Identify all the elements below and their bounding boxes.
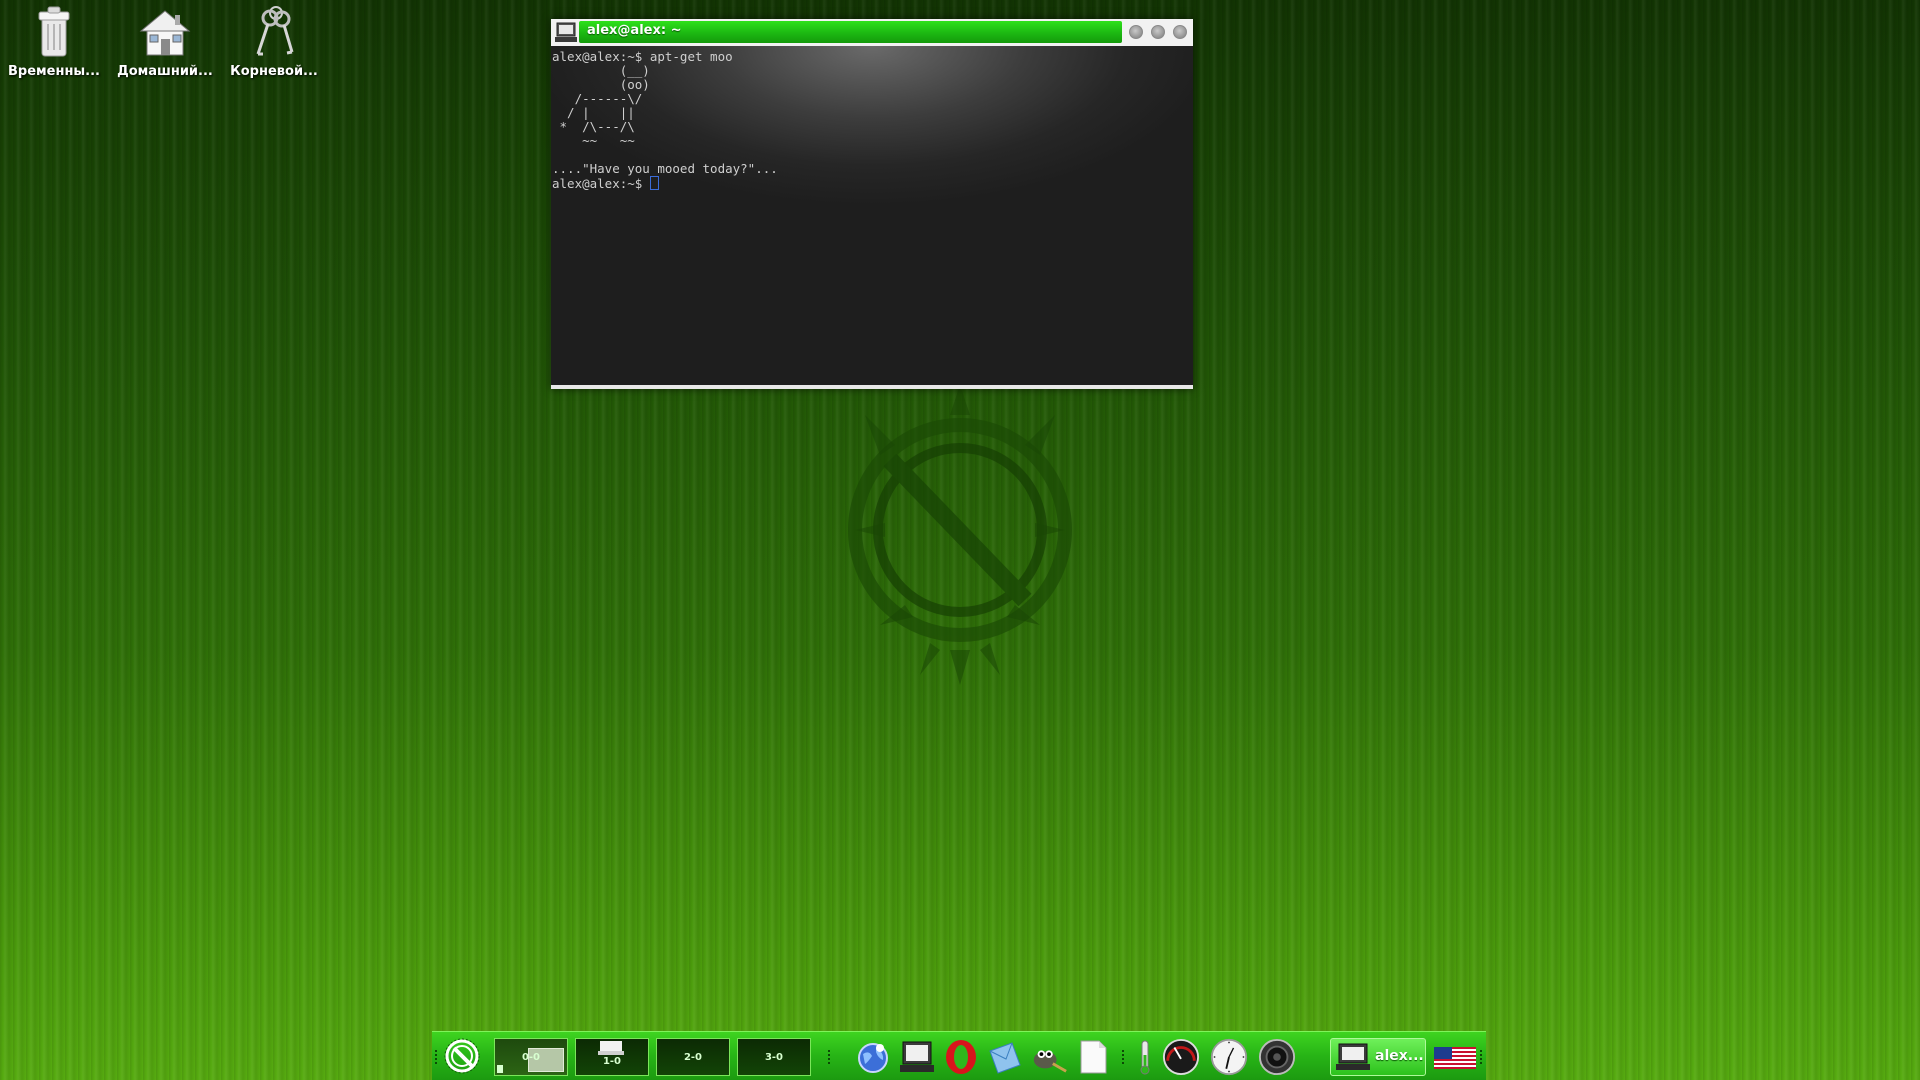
terminal-cursor [649, 176, 659, 190]
desktop-icon-trash[interactable]: Временны... [2, 4, 106, 79]
window-title: alex@alex: ~ [587, 23, 682, 38]
workspace-2[interactable]: 2-0 [656, 1038, 730, 1076]
wallpaper-emblem-icon [848, 385, 1072, 685]
terminal-line: (oo) [552, 77, 650, 92]
desktop-icon-label: Корневой... [230, 64, 318, 79]
workspace-label: 3-0 [764, 1051, 784, 1063]
document-icon[interactable] [1074, 1038, 1112, 1076]
taskbar-grip-right[interactable] [1480, 1050, 1484, 1064]
terminal-line: ~~ ~~ [552, 133, 635, 148]
trash-icon [26, 4, 82, 60]
close-button[interactable] [1173, 25, 1187, 39]
task-button-terminal[interactable]: alex... [1330, 1038, 1426, 1076]
opera-icon[interactable] [942, 1038, 980, 1076]
terminal-icon[interactable] [898, 1038, 936, 1076]
taskbar-separator[interactable] [1122, 1050, 1126, 1064]
home-folder-icon [137, 4, 193, 60]
desktop-icon-label: Домашний... [117, 64, 213, 79]
workspace-label: 1-0 [602, 1055, 622, 1067]
terminal-prompt: alex@alex:~$ [552, 176, 650, 191]
clock-icon[interactable] [1210, 1038, 1248, 1076]
task-button-label: alex... [1375, 1048, 1424, 1064]
start-menu-button[interactable] [444, 1038, 480, 1074]
terminal-icon [1336, 1043, 1370, 1070]
terminal-line: * /\---/\ [552, 119, 635, 134]
workspace-1[interactable]: 1-0 [575, 1038, 649, 1076]
terminal-line: / | || [552, 105, 635, 120]
desktop-icon-label: Временны... [7, 64, 100, 79]
window-titlebar[interactable]: alex@alex: ~ [551, 19, 1193, 46]
taskbar-separator[interactable] [828, 1050, 832, 1064]
mail-icon[interactable] [986, 1038, 1024, 1076]
cpu-gauge-icon[interactable] [1162, 1038, 1200, 1076]
workspace-label: 0-0 [521, 1051, 541, 1063]
terminal-line: alex@alex:~$ apt-get moo [552, 49, 733, 64]
terminal-line: ...."Have you mooed today?"... [552, 161, 778, 176]
workspace-label: 2-0 [683, 1051, 703, 1063]
gimp-icon[interactable] [1030, 1038, 1068, 1076]
terminal-window[interactable]: alex@alex: ~ alex@alex:~$ apt-get moo (_… [551, 19, 1193, 389]
desktop-icon-root[interactable]: Корневой... [222, 4, 326, 79]
terminal-line: (__) [552, 63, 650, 78]
taskbar: 0-0 1-0 2-0 3-0 alex... [432, 1031, 1486, 1080]
workspace-3[interactable]: 3-0 [737, 1038, 811, 1076]
desktop-icon-home[interactable]: Домашний... [113, 4, 217, 79]
speaker-icon[interactable] [1258, 1038, 1296, 1076]
us-flag-icon[interactable] [1434, 1047, 1476, 1069]
root-keys-icon [246, 4, 302, 60]
terminal-icon [598, 1041, 624, 1055]
taskbar-grip-left[interactable] [435, 1050, 439, 1064]
minimize-button[interactable] [1129, 25, 1143, 39]
terminal-output[interactable]: alex@alex:~$ apt-get moo (__) (oo) /----… [551, 46, 1193, 385]
workspace-window-preview-small [497, 1065, 503, 1073]
terminal-icon[interactable] [555, 22, 577, 43]
maximize-button[interactable] [1151, 25, 1165, 39]
terminal-line: /------\/ [552, 91, 643, 106]
thermometer-icon[interactable] [1132, 1038, 1158, 1076]
window-bottom-border[interactable] [551, 385, 1193, 389]
browser-globe-icon[interactable] [854, 1038, 892, 1076]
workspace-0[interactable]: 0-0 [494, 1038, 568, 1076]
